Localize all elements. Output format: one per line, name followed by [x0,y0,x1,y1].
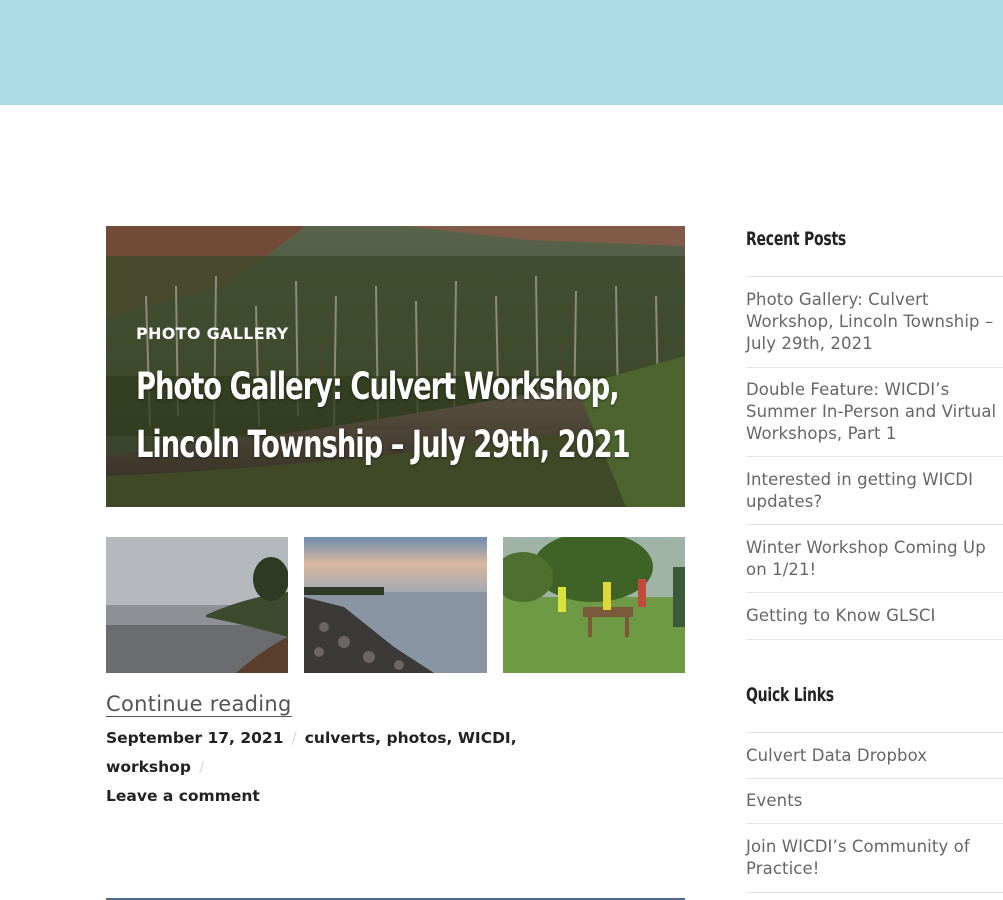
quick-link-item[interactable]: Culvert Data Dropbox [746,732,1003,778]
post-title-line-2[interactable]: Lincoln Township – July 29th, 2021 [136,416,631,474]
quick-link[interactable]: Join WICDI’s Community of Practice! [746,836,1003,880]
sunset-shore-photo [304,537,487,673]
tag-link[interactable]: culverts [305,729,375,747]
quick-link[interactable]: Culvert Data Dropbox [746,745,1003,767]
continue-reading-link[interactable]: Continue reading [106,692,292,716]
quick-links-list: Culvert Data Dropbox Events Join WICDI’s… [746,732,1003,893]
quick-links-title: Quick Links [746,684,834,706]
recent-post-item[interactable]: Winter Workshop Coming Up on 1/21! [746,524,1003,592]
quick-link[interactable]: Events [746,790,1003,812]
quick-link-item[interactable]: Join WICDI’s Community of Practice! [746,823,1003,893]
meta-separator: / [291,729,297,747]
post-meta: September 17, 2021/culverts, photos, WIC… [106,729,517,805]
recent-post-link[interactable]: Winter Workshop Coming Up on 1/21! [746,537,1003,581]
quick-link-item[interactable]: Events [746,778,1003,823]
recent-post-link[interactable]: Getting to Know GLSCI [746,605,1003,627]
gallery-thumbnail[interactable] [106,537,288,673]
post-date-link[interactable]: September 17, 2021 [106,729,284,747]
recent-post-link[interactable]: Photo Gallery: Culvert Workshop, Lincoln… [746,289,1003,355]
recent-posts-title: Recent Posts [746,228,847,250]
recent-post-item[interactable]: Interested in getting WICDI updates? [746,456,1003,524]
recent-posts-list: Photo Gallery: Culvert Workshop, Lincoln… [746,276,1003,640]
post-title-line-1[interactable]: Photo Gallery: Culvert Workshop, [136,358,620,416]
featured-image[interactable]: PHOTO GALLERY Photo Gallery: Culvert Wor… [106,226,685,507]
post-title[interactable]: Photo Gallery: Culvert Workshop, Lincoln… [136,358,631,474]
foggy-lake-photo [106,537,288,673]
gallery-thumbnail[interactable] [503,537,685,673]
recent-post-link[interactable]: Interested in getting WICDI updates? [746,469,1003,513]
recent-post-item[interactable]: Double Feature: WICDI’s Summer In-Person… [746,367,1003,456]
header-banner [0,0,1003,105]
tag-link[interactable]: photos [386,729,446,747]
gallery-thumbnail[interactable] [304,537,487,673]
tag-link[interactable]: WICDI [458,729,511,747]
recent-post-item[interactable]: Photo Gallery: Culvert Workshop, Lincoln… [746,276,1003,367]
workshop-field-photo [503,537,685,673]
tag-link[interactable]: workshop [106,758,191,776]
recent-post-link[interactable]: Double Feature: WICDI’s Summer In-Person… [746,379,1003,445]
leave-comment-link[interactable]: Leave a comment [106,787,260,805]
meta-separator: / [198,758,205,776]
post-category[interactable]: PHOTO GALLERY [136,324,289,343]
recent-post-item[interactable]: Getting to Know GLSCI [746,592,1003,640]
